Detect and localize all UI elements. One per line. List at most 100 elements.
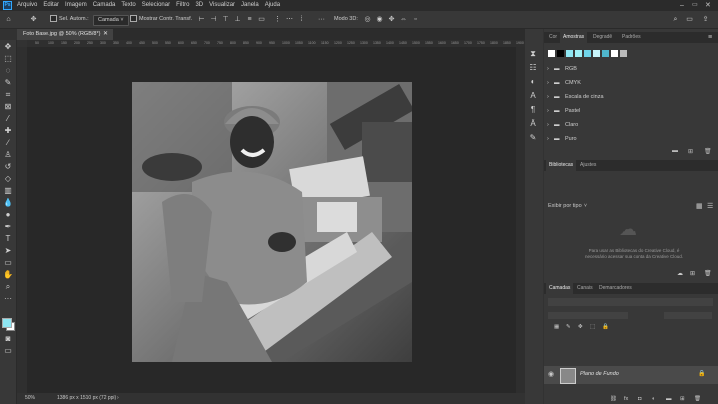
- panel-menu-icon[interactable]: ≡: [708, 32, 712, 43]
- list-view-icon[interactable]: ☰: [707, 202, 713, 210]
- link-layers-icon[interactable]: ⛓: [610, 396, 617, 402]
- library-filter-label[interactable]: Exibir por tipo: [548, 203, 582, 209]
- lock-pixels-icon[interactable]: ▦: [554, 324, 559, 330]
- blur-tool-icon[interactable]: 💧: [3, 198, 13, 208]
- swatch[interactable]: [593, 50, 600, 57]
- gradient-tool-icon[interactable]: ▥: [3, 186, 13, 196]
- delete-layer-icon[interactable]: 🗑: [694, 396, 701, 402]
- show-transform-checkbox[interactable]: Mostrar Contr. Transf.: [130, 11, 192, 28]
- zoom-tool-icon[interactable]: ⌕: [3, 282, 13, 292]
- menu-item[interactable]: Arquivo: [17, 0, 37, 11]
- maximize-icon[interactable]: ▭: [692, 1, 698, 10]
- menu-item[interactable]: Visualizar: [209, 0, 235, 11]
- distribute-icon[interactable]: ⋮: [274, 16, 281, 23]
- menu-item[interactable]: Imagem: [65, 0, 87, 11]
- swatch-folder[interactable]: › ▬ Pastel: [544, 105, 704, 118]
- swatch-folder[interactable]: › ▬ Claro: [544, 119, 704, 132]
- properties-panel-icon[interactable]: ☷: [528, 63, 538, 73]
- swatch-folder[interactable]: › ▬ CMYK: [544, 77, 704, 90]
- distribute-vertical-icon[interactable]: ⁞: [298, 16, 305, 23]
- more-options-icon[interactable]: ···: [318, 16, 325, 23]
- history-brush-tool-icon[interactable]: ↺: [3, 162, 13, 172]
- tab-color[interactable]: Cor: [546, 32, 560, 43]
- menu-item[interactable]: Texto: [121, 0, 135, 11]
- align-right-icon[interactable]: ⊤: [222, 16, 229, 23]
- dodge-tool-icon[interactable]: ●: [3, 210, 13, 220]
- swatch[interactable]: [602, 50, 609, 57]
- zoom-level[interactable]: 50%: [25, 393, 35, 404]
- pan-3d-icon[interactable]: ✥: [388, 16, 395, 23]
- tab-adjustments[interactable]: Ajustes: [577, 160, 599, 171]
- more-tools-icon[interactable]: ···: [3, 294, 13, 304]
- shape-tool-icon[interactable]: ▭: [3, 258, 13, 268]
- move-tool-icon[interactable]: ✥: [30, 16, 37, 23]
- share-icon[interactable]: ⇪: [702, 16, 709, 23]
- swatch[interactable]: [611, 50, 618, 57]
- layer-row[interactable]: ◉ Plano de Fundo 🔒: [544, 366, 718, 384]
- brush-tool-icon[interactable]: ∕: [3, 138, 13, 148]
- minimize-icon[interactable]: –: [680, 1, 684, 10]
- new-layer-icon[interactable]: ⊞: [680, 396, 685, 402]
- cc-library-icon[interactable]: ☁: [677, 270, 683, 277]
- menu-item[interactable]: Camada: [93, 0, 116, 11]
- tab-layers[interactable]: Camadas: [546, 283, 574, 294]
- auto-select-dropdown[interactable]: Camada ˅: [93, 15, 129, 26]
- document-image[interactable]: [132, 82, 412, 362]
- lasso-tool-icon[interactable]: ◌: [3, 66, 13, 76]
- clone-stamp-tool-icon[interactable]: ♙: [3, 150, 13, 160]
- marquee-tool-icon[interactable]: ⬚: [3, 54, 13, 64]
- slide-3d-icon[interactable]: ⇔: [400, 16, 407, 23]
- glyphs-panel-icon[interactable]: Ä: [528, 119, 538, 129]
- new-group-icon[interactable]: ▬: [672, 148, 678, 154]
- hand-tool-icon[interactable]: ✋: [3, 270, 13, 280]
- new-swatch-icon[interactable]: ⊞: [688, 148, 693, 155]
- eyedropper-tool-icon[interactable]: ⁄: [3, 114, 13, 124]
- align-middle-icon[interactable]: ≡: [246, 16, 253, 23]
- character-panel-icon[interactable]: A: [528, 91, 538, 101]
- new-group-icon[interactable]: ▬: [666, 396, 672, 402]
- lock-all-icon[interactable]: 🔒: [602, 324, 609, 330]
- document-tab[interactable]: Foto Base.jpg @ 50% (RGB/8*) ✕: [17, 29, 113, 40]
- adjustments-panel-icon[interactable]: ◐: [528, 77, 538, 87]
- align-bottom-icon[interactable]: ▭: [258, 16, 265, 23]
- lock-position-icon[interactable]: ✥: [578, 324, 583, 330]
- chevron-down-icon[interactable]: ˅: [584, 203, 587, 209]
- add-library-icon[interactable]: ⊞: [690, 270, 695, 277]
- close-tab-icon[interactable]: ✕: [103, 29, 108, 40]
- menu-item[interactable]: 3D: [195, 0, 203, 11]
- frame-tool-icon[interactable]: ⊠: [3, 102, 13, 112]
- eraser-tool-icon[interactable]: ◇: [3, 174, 13, 184]
- status-chevron-icon[interactable]: ›: [117, 393, 119, 404]
- photoshop-logo-icon[interactable]: Ps: [3, 1, 12, 10]
- delete-library-icon[interactable]: 🗑: [704, 270, 712, 277]
- roll-3d-icon[interactable]: ◉: [376, 16, 383, 23]
- menu-item[interactable]: Ajuda: [265, 0, 280, 11]
- align-center-icon[interactable]: ⊣: [210, 16, 217, 23]
- auto-select-checkbox[interactable]: Sel. Autom.:: [50, 11, 89, 28]
- align-left-icon[interactable]: ⊢: [198, 16, 205, 23]
- brushes-panel-icon[interactable]: ✎: [528, 133, 538, 143]
- type-tool-icon[interactable]: T: [3, 234, 13, 244]
- swatch-folder[interactable]: › ▬ Puro: [544, 133, 704, 146]
- opacity-field[interactable]: [664, 312, 712, 319]
- quick-select-tool-icon[interactable]: ✎: [3, 78, 13, 88]
- path-select-tool-icon[interactable]: ➤: [3, 246, 13, 256]
- history-panel-icon[interactable]: ⧗: [528, 49, 538, 59]
- tab-libraries[interactable]: Bibliotecas: [546, 160, 577, 171]
- crop-tool-icon[interactable]: ⌗: [3, 90, 13, 100]
- lock-image-icon[interactable]: ✎: [566, 324, 571, 330]
- healing-brush-tool-icon[interactable]: ✚: [3, 126, 13, 136]
- swatch[interactable]: [557, 50, 564, 57]
- layer-filter-bar[interactable]: [548, 298, 713, 306]
- swatch[interactable]: [584, 50, 591, 57]
- tab-channels[interactable]: Canais: [574, 283, 596, 294]
- swatch[interactable]: [548, 50, 555, 57]
- orbit-3d-icon[interactable]: ◎: [364, 16, 371, 23]
- menu-item[interactable]: Editar: [43, 0, 59, 11]
- pen-tool-icon[interactable]: ✒: [3, 222, 13, 232]
- swatch[interactable]: [620, 50, 627, 57]
- tab-swatches[interactable]: Amostras: [560, 32, 588, 43]
- grid-view-icon[interactable]: ▦: [696, 202, 703, 210]
- tab-patterns[interactable]: Padrões: [619, 32, 644, 43]
- vertical-scrollbar[interactable]: [516, 47, 525, 393]
